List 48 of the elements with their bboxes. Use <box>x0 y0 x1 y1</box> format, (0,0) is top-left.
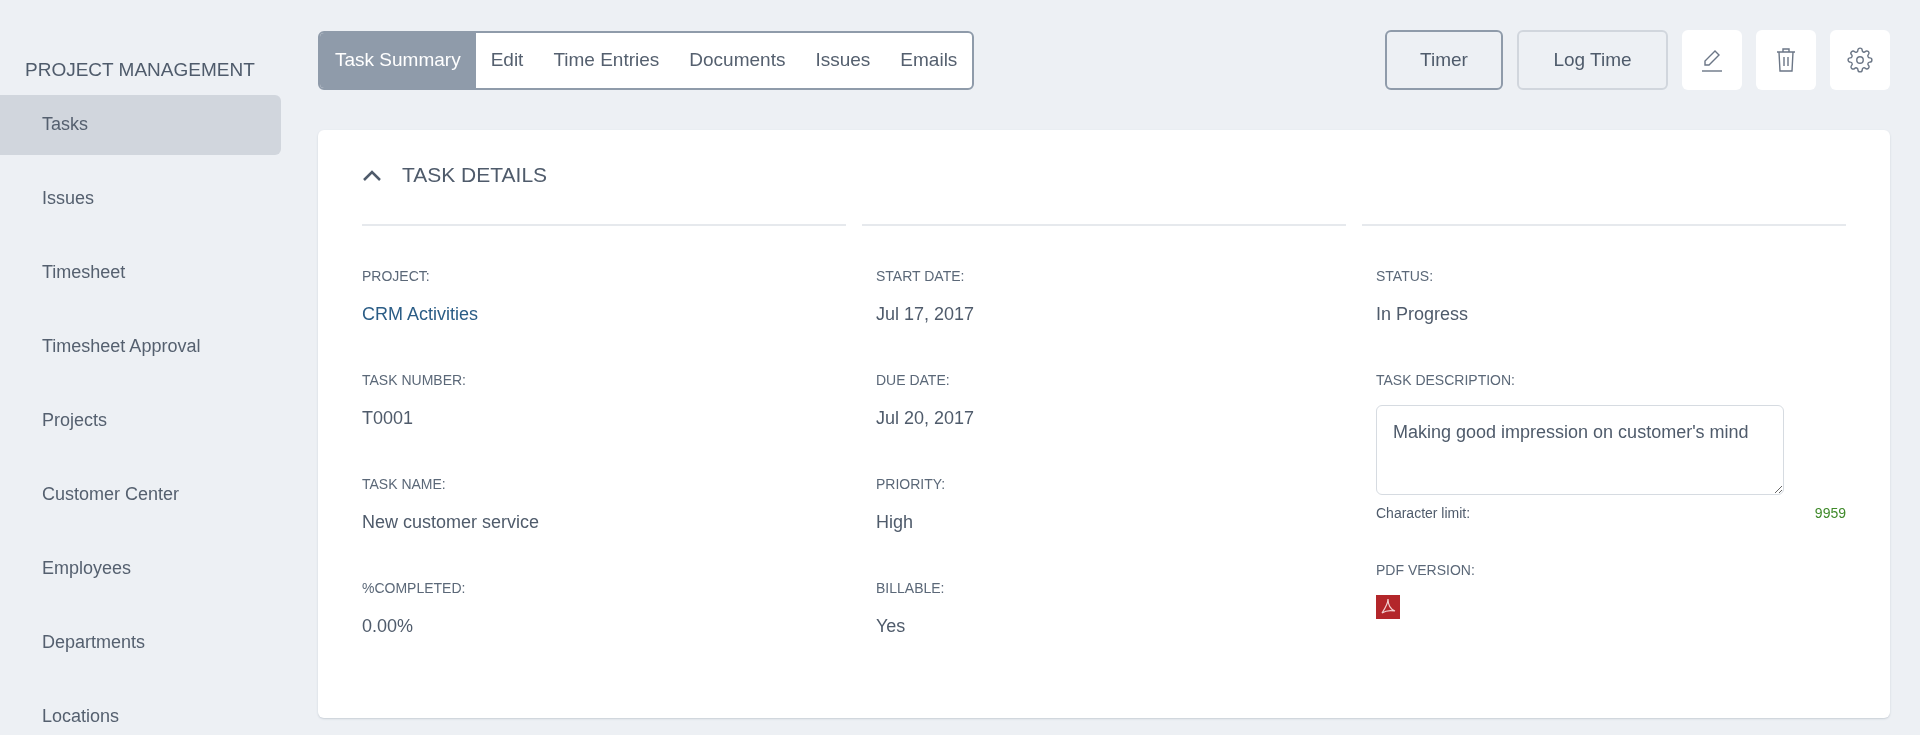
character-limit-count: 9959 <box>1814 504 1846 523</box>
field-value: High <box>876 511 915 534</box>
section-title: TASK DETAILS <box>402 162 548 189</box>
field-label: START DATE: <box>876 267 966 286</box>
sidebar-item[interactable]: Departments <box>0 612 281 673</box>
character-limit-label: Character limit: <box>1376 504 1471 523</box>
log-time-button[interactable]: Log Time <box>1517 30 1668 90</box>
settings-button[interactable] <box>1830 30 1890 90</box>
trash-icon <box>1775 47 1797 73</box>
field-value: In Progress <box>1376 303 1470 326</box>
field-value: 0.00% <box>362 615 415 638</box>
tab[interactable]: Issues <box>800 32 886 88</box>
field-label: %COMPLETED: <box>362 579 467 598</box>
field-label: PRIORITY: <box>876 475 947 494</box>
chevron-icon[interactable] <box>362 169 382 181</box>
sidebar-title: PROJECT MANAGEMENT <box>24 58 256 82</box>
field-label: TASK NUMBER: <box>362 371 467 390</box>
sidebar-item[interactable]: Employees <box>0 538 281 599</box>
sidebar-item[interactable]: Locations <box>0 686 281 735</box>
pdf-icon[interactable] <box>1376 595 1400 619</box>
edit-button[interactable] <box>1682 30 1742 90</box>
tab[interactable]: Documents <box>674 32 801 88</box>
sidebar-item[interactable]: Tasks <box>0 94 281 155</box>
tab[interactable]: Time Entries <box>538 32 675 88</box>
field-label: PROJECT: <box>362 267 431 286</box>
timer-button[interactable]: Timer <box>1385 30 1503 90</box>
sidebar-item[interactable]: Issues <box>0 168 281 229</box>
field-value: New customer service <box>362 511 541 534</box>
sidebar-item[interactable]: Customer Center <box>0 464 281 525</box>
sidebar-item[interactable]: Timesheet <box>0 242 281 303</box>
field-label: STATUS: <box>1376 267 1435 286</box>
tab[interactable]: Emails <box>885 32 973 88</box>
field-value: Jul 20, 2017 <box>876 407 976 430</box>
tab[interactable]: Edit <box>475 32 539 88</box>
settings-icon <box>1847 47 1873 73</box>
field-label: PDF VERSION: <box>1376 561 1476 580</box>
sidebar-item[interactable]: Projects <box>0 390 281 451</box>
field-label: DUE DATE: <box>876 371 951 390</box>
field-label: TASK NAME: <box>362 475 447 494</box>
field-label: TASK DESCRIPTION: <box>1376 371 1516 390</box>
project-link[interactable]: CRM Activities <box>362 304 478 324</box>
field-label: BILLABLE: <box>876 579 946 598</box>
delete-button[interactable] <box>1756 30 1816 90</box>
field-value: Yes <box>876 615 907 638</box>
sidebar-item[interactable]: Timesheet Approval <box>0 316 281 377</box>
field-value: Jul 17, 2017 <box>876 303 976 326</box>
description-field[interactable]: Making good impression on customer's mind <box>1376 405 1784 495</box>
field-value: T0001 <box>362 407 415 430</box>
